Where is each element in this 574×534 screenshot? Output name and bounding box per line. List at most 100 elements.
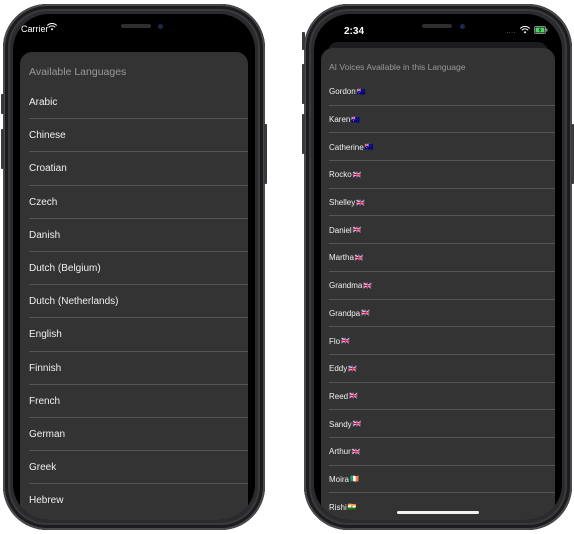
voices-list: Gordon 🇦🇺 Karen 🇦🇺 Catherine 🇦🇺 Rocko 🇬🇧 Shelley…	[321, 78, 555, 520]
voice-name: Arthur	[329, 447, 351, 457]
language-label: French	[29, 395, 61, 407]
voices-sheet: AI Voices Available in this Language Gor…	[321, 48, 555, 520]
language-row[interactable]: Dutch (Belgium)	[20, 252, 248, 286]
volume-up-button	[1, 129, 4, 169]
voice-name: Reed	[329, 391, 349, 401]
voice-row[interactable]: Daniel 🇬🇧	[321, 216, 555, 244]
language-label: Arabic	[29, 97, 58, 109]
language-label: Dutch (Belgium)	[29, 263, 101, 275]
voice-row[interactable]: Moira 🇮🇪	[321, 466, 555, 494]
language-label: German	[29, 428, 66, 440]
language-label: Hebrew	[29, 495, 64, 507]
wifi-icon	[519, 26, 531, 36]
voice-row[interactable]: Flo 🇬🇧	[321, 327, 555, 355]
flag-icon: 🇦🇺	[356, 88, 366, 96]
language-label: Greek	[29, 462, 57, 474]
wifi-icon	[46, 23, 58, 33]
voice-name: Shelley	[329, 198, 356, 208]
voice-name: Rocko	[329, 170, 352, 180]
flag-icon: 🇮🇪	[350, 476, 359, 484]
flag-icon: 🇬🇧	[352, 171, 362, 179]
voice-row[interactable]: Grandma 🇬🇧	[321, 272, 555, 300]
flag-icon: 🇬🇧	[361, 310, 370, 318]
voice-name: Gordon	[329, 87, 356, 97]
flag-icon: 🇬🇧	[341, 338, 350, 346]
front-camera	[460, 24, 465, 29]
voice-row[interactable]: Catherine 🇦🇺	[321, 133, 555, 161]
voice-name: Daniel	[329, 225, 352, 235]
language-label: Croatian	[29, 163, 67, 175]
language-label: Danish	[29, 229, 61, 241]
speaker-grille	[422, 24, 452, 28]
voice-row[interactable]: Eddy 🇬🇧	[321, 355, 555, 383]
power-button	[264, 124, 267, 184]
voice-name: Karen	[329, 115, 351, 125]
mute-switch	[1, 94, 4, 114]
voice-row[interactable]: Martha 🇬🇧	[321, 244, 555, 272]
signal-icon: ....	[506, 27, 516, 35]
voice-row[interactable]: Arthur 🇬🇧	[321, 438, 555, 466]
voice-row[interactable]: Grandpa 🇬🇧	[321, 300, 555, 328]
language-row[interactable]: Dutch (Netherlands)	[20, 285, 248, 319]
speaker-grille	[121, 24, 151, 28]
voice-name: Catherine	[329, 142, 364, 152]
front-camera	[158, 24, 163, 29]
left-screen: Carrier Available Languages Arabic Chines…	[13, 14, 255, 520]
flag-icon: 🇬🇧	[354, 254, 364, 262]
voice-row[interactable]: Rishi 🇮🇳	[321, 493, 555, 520]
language-label: English	[29, 329, 62, 341]
voice-name: Sandy	[329, 419, 352, 429]
flag-icon: 🇬🇧	[352, 421, 362, 429]
carrier-label: Carrier	[21, 24, 49, 34]
flag-icon: 🇦🇺	[351, 116, 361, 124]
flag-icon: 🇬🇧	[349, 393, 358, 401]
voice-name: Flo	[329, 336, 341, 346]
language-row[interactable]: English	[20, 318, 248, 352]
language-row[interactable]: German	[20, 418, 248, 452]
right-phone-frame: 2:34 .... AI Voices Available in this La…	[302, 4, 574, 530]
voice-name: Martha	[329, 253, 354, 263]
flag-icon: 🇬🇧	[348, 365, 357, 373]
language-label: Czech	[29, 196, 58, 208]
voice-name: Eddy	[329, 364, 348, 374]
battery-charging-icon	[534, 26, 548, 36]
voice-name: Grandpa	[329, 308, 361, 318]
clock-time: 2:34	[344, 26, 365, 37]
language-row[interactable]: Chinese	[20, 119, 248, 153]
language-row[interactable]: Finnish	[20, 352, 248, 385]
language-row[interactable]: Arabic	[20, 86, 248, 120]
status-icons: ....	[506, 26, 548, 36]
language-row[interactable]: Czech	[20, 186, 248, 219]
voice-row[interactable]: Rocko 🇬🇧	[321, 161, 555, 189]
status-bar: Carrier	[13, 14, 255, 50]
volume-down-button	[302, 114, 305, 154]
language-label: Chinese	[29, 130, 66, 142]
voice-row[interactable]: Gordon 🇦🇺	[321, 78, 555, 106]
home-indicator[interactable]	[397, 511, 479, 514]
flag-icon: 🇬🇧	[352, 227, 362, 235]
flag-icon: 🇬🇧	[351, 448, 361, 456]
language-row[interactable]: Greek	[20, 451, 248, 485]
languages-list: Arabic Chinese Croatian Czech Danish Dutch (B…	[20, 86, 248, 517]
right-screen: 2:34 .... AI Voices Available in this La…	[314, 14, 562, 520]
languages-sheet: Available Languages Arabic Chinese Croatia…	[20, 52, 248, 520]
voice-row[interactable]: Shelley 🇬🇧	[321, 189, 555, 217]
language-row[interactable]: French	[20, 385, 248, 419]
language-row[interactable]: Croatian	[20, 152, 248, 186]
flag-icon: 🇬🇧	[356, 199, 365, 207]
flag-icon: 🇦🇺	[364, 144, 374, 152]
voices-header: AI Voices Available in this Language	[329, 62, 466, 72]
language-row[interactable]: Hebrew	[20, 484, 248, 517]
language-label: Dutch (Netherlands)	[29, 296, 119, 308]
language-row[interactable]: Danish	[20, 219, 248, 253]
voice-name: Rishi	[329, 502, 347, 512]
voice-row[interactable]: Reed 🇬🇧	[321, 383, 555, 411]
voice-name: Moira	[329, 474, 350, 484]
language-label: Finnish	[29, 362, 62, 374]
flag-icon: 🇬🇧	[363, 282, 373, 290]
left-phone-frame: Carrier Available Languages Arabic Chines…	[1, 4, 267, 530]
voice-row[interactable]: Karen 🇦🇺	[321, 106, 555, 134]
flag-icon: 🇮🇳	[347, 504, 357, 512]
mute-switch	[302, 32, 305, 50]
voice-row[interactable]: Sandy 🇬🇧	[321, 410, 555, 438]
